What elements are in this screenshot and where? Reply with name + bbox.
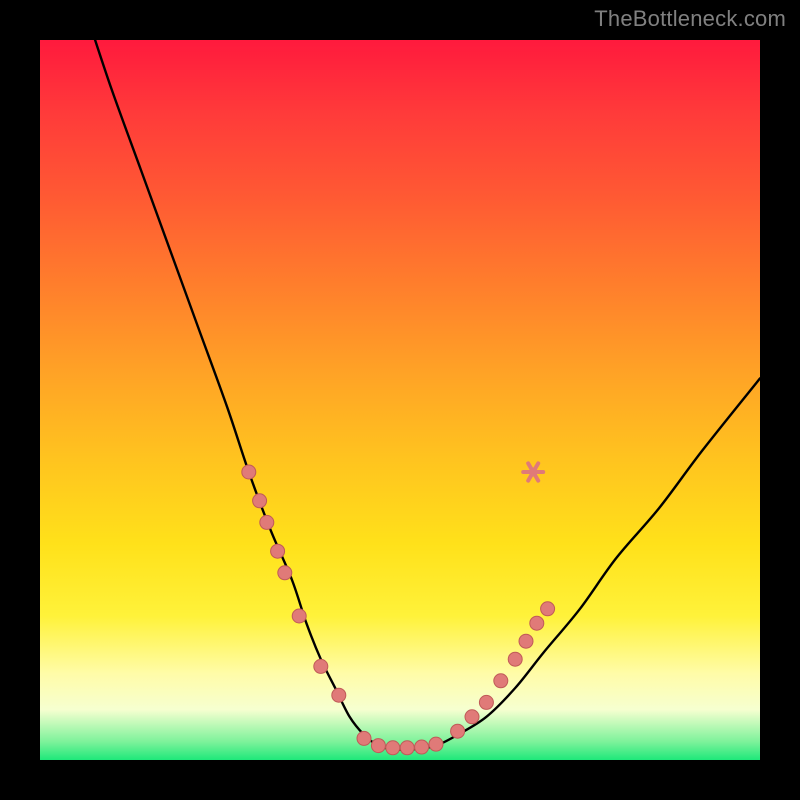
data-marker	[278, 566, 292, 580]
data-marker	[479, 695, 493, 709]
data-marker	[451, 724, 465, 738]
data-marker	[429, 737, 443, 751]
data-marker	[508, 652, 522, 666]
plot-area	[40, 40, 760, 760]
data-marker	[530, 616, 544, 630]
data-marker	[541, 602, 555, 616]
data-marker	[271, 544, 285, 558]
bottleneck-curve	[90, 26, 760, 750]
data-marker	[314, 659, 328, 673]
data-marker	[494, 674, 508, 688]
data-marker	[465, 710, 479, 724]
data-marker	[386, 741, 400, 755]
data-marker	[415, 740, 429, 754]
data-marker	[260, 515, 274, 529]
marker-layer	[242, 463, 555, 754]
star-marker	[523, 463, 543, 480]
data-marker	[357, 731, 371, 745]
data-marker	[371, 739, 385, 753]
watermark-text: TheBottleneck.com	[594, 6, 786, 32]
curve-layer	[40, 40, 760, 760]
data-marker	[519, 634, 533, 648]
data-marker	[292, 609, 306, 623]
data-marker	[400, 741, 414, 755]
bottleneck-curve-path	[90, 26, 760, 750]
data-marker	[332, 688, 346, 702]
data-marker	[253, 494, 267, 508]
data-marker	[242, 465, 256, 479]
chart-stage: TheBottleneck.com	[0, 0, 800, 800]
